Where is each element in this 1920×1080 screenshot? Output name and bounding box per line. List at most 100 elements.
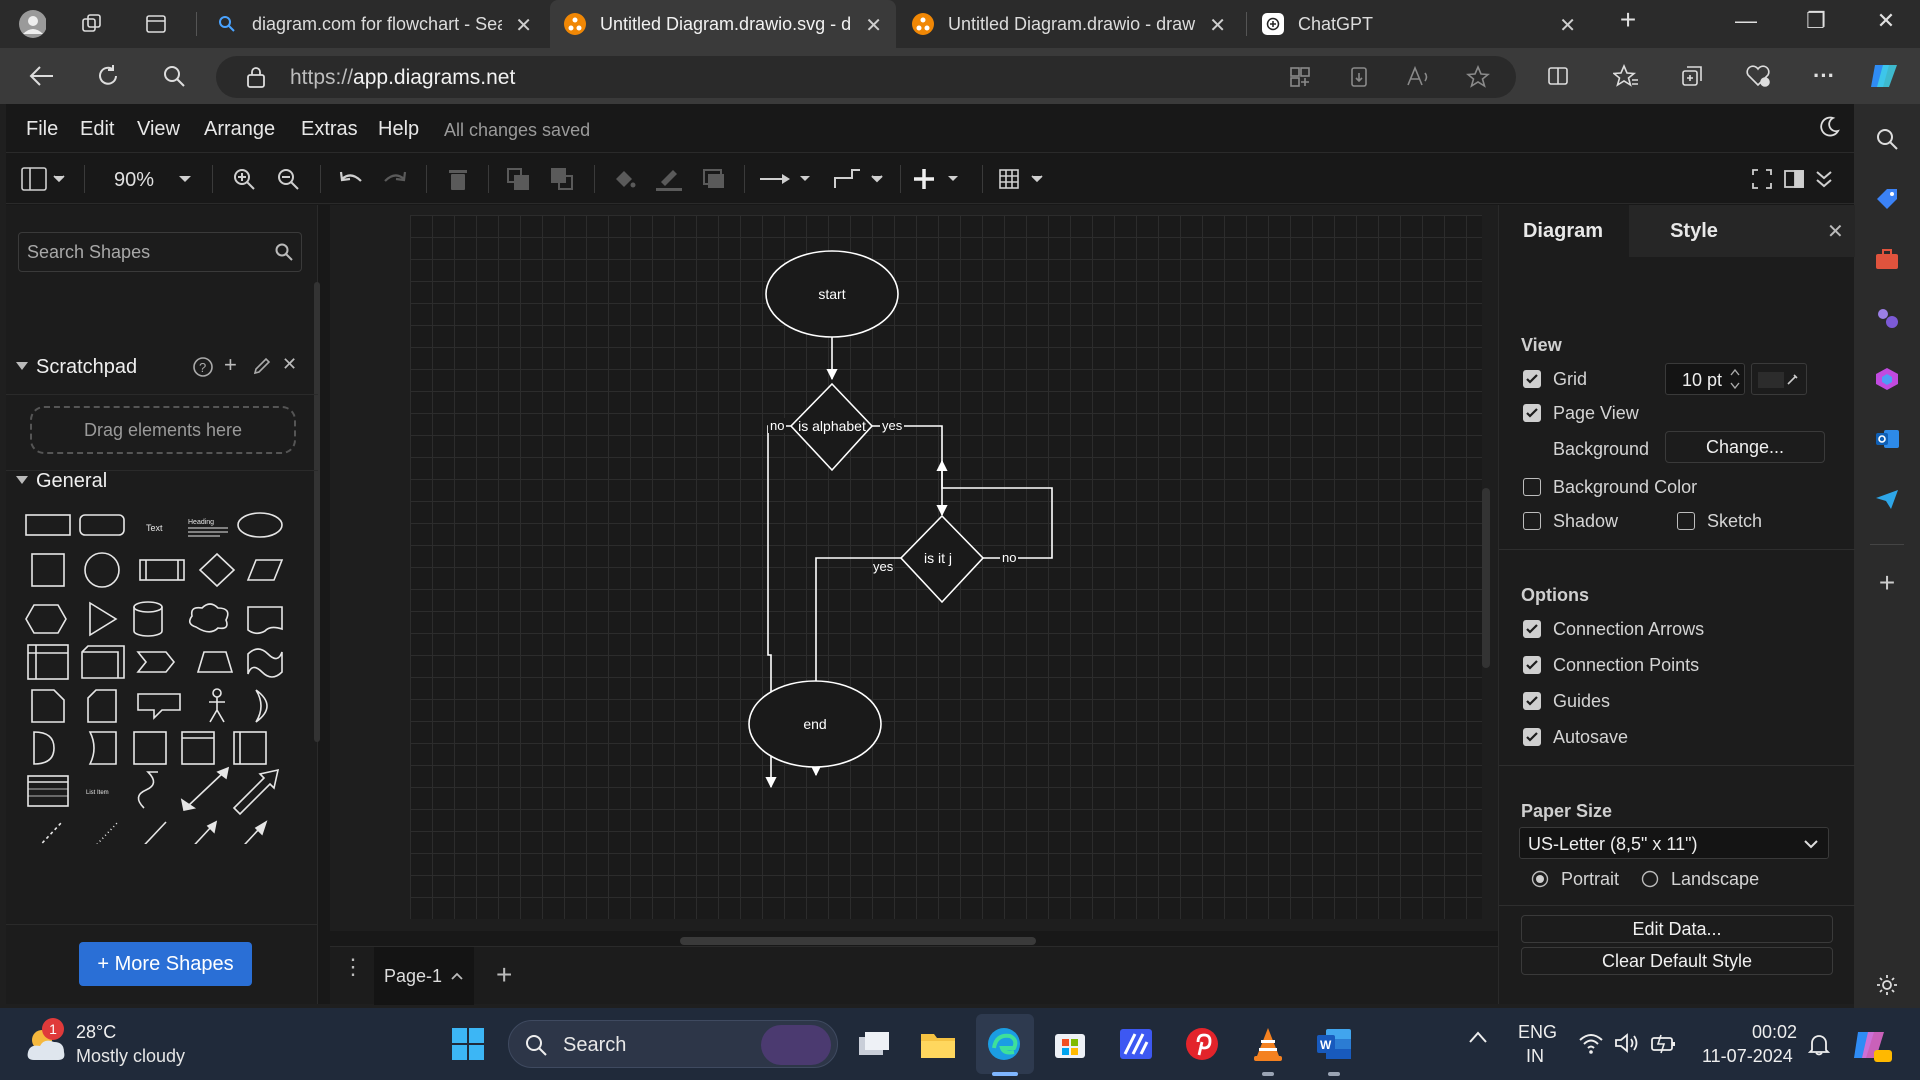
- eyedropper-icon[interactable]: [1786, 372, 1800, 386]
- toggle-format-panel-icon[interactable]: [1782, 165, 1806, 193]
- tab-style[interactable]: Style: [1629, 205, 1759, 257]
- word-icon[interactable]: W: [1316, 1026, 1352, 1062]
- guides-row[interactable]: Guides: [1523, 689, 1610, 713]
- weather-temperature[interactable]: 28°C: [76, 1022, 116, 1043]
- refresh-icon[interactable]: [92, 60, 124, 92]
- page-view-checkbox-row[interactable]: Page View: [1523, 401, 1639, 425]
- diagram-page[interactable]: start is alphabet is it j end no yes yes…: [410, 215, 1482, 919]
- waypoints-icon[interactable]: [832, 165, 886, 193]
- profile-avatar-icon[interactable]: [18, 10, 46, 38]
- portrait-radio[interactable]: [1531, 870, 1549, 888]
- shape-actor[interactable]: [209, 688, 225, 723]
- shape-internal-storage[interactable]: [27, 644, 69, 680]
- lock-icon[interactable]: [246, 66, 266, 93]
- format-panel-toggle-icon[interactable]: [20, 165, 72, 193]
- favorites-icon[interactable]: [1610, 60, 1642, 92]
- autosave-row[interactable]: Autosave: [1523, 725, 1628, 749]
- editor-app-icon[interactable]: [1118, 1026, 1154, 1062]
- edit-pencil-icon[interactable]: [252, 356, 272, 381]
- search-icon[interactable]: [1872, 124, 1902, 154]
- menu-help[interactable]: Help: [378, 118, 419, 141]
- pages-menu-icon[interactable]: ⋮: [342, 956, 364, 978]
- edge-alphabet-yes-to-isj[interactable]: [872, 425, 948, 517]
- insert-plus-icon[interactable]: [914, 165, 968, 193]
- tab-bing-search[interactable]: diagram.com for flowchart - Sea ✕: [206, 0, 546, 48]
- page-tab[interactable]: Page-1: [374, 947, 474, 1005]
- shape-heading[interactable]: Heading: [188, 519, 228, 537]
- delete-trash-icon[interactable]: [444, 165, 472, 193]
- notification-bell-icon[interactable]: [1807, 1032, 1831, 1061]
- shadow-checkbox[interactable]: [1523, 512, 1541, 530]
- help-icon[interactable]: ?: [192, 356, 214, 383]
- grid-checkbox-row[interactable]: Grid: [1523, 367, 1587, 391]
- shopping-tag-icon[interactable]: [1872, 184, 1902, 214]
- vlc-icon[interactable]: [1250, 1026, 1286, 1062]
- horizontal-scrollbar[interactable]: [680, 937, 1036, 945]
- tab-actions-icon[interactable]: [142, 10, 170, 38]
- settings-more-icon[interactable]: ···: [1808, 60, 1840, 92]
- more-shapes-button[interactable]: + More Shapes: [79, 942, 252, 986]
- task-view-icon[interactable]: [856, 1026, 892, 1062]
- shape-note[interactable]: [31, 689, 65, 723]
- scratchpad-title[interactable]: Scratchpad: [36, 356, 137, 379]
- shape-bidirectional-connector[interactable]: [182, 820, 218, 844]
- shape-bidirectional-arrow[interactable]: [180, 766, 230, 811]
- shadow-icon[interactable]: [700, 165, 728, 193]
- close-tab-icon[interactable]: ✕: [1209, 13, 1226, 38]
- shape-cylinder[interactable]: [133, 601, 163, 637]
- tab-drawio-svg[interactable]: Untitled Diagram.drawio.svg - d ✕: [550, 0, 896, 48]
- copilot-icon[interactable]: [1868, 60, 1900, 92]
- shape-parallelogram[interactable]: [246, 559, 284, 581]
- menu-extras[interactable]: Extras: [301, 118, 358, 141]
- scratchpad-collapse-icon[interactable]: [16, 362, 28, 370]
- shape-line[interactable]: [134, 821, 167, 844]
- search-shapes-input[interactable]: [27, 239, 257, 265]
- connection-arrows-checkbox[interactable]: [1523, 620, 1541, 638]
- fullscreen-icon[interactable]: [1750, 165, 1774, 193]
- close-tab-icon[interactable]: ✕: [1559, 13, 1576, 38]
- grid-size-input[interactable]: 10 pt: [1665, 363, 1745, 395]
- shape-rectangle[interactable]: [25, 514, 71, 536]
- clock-date[interactable]: 11-07-2024: [1702, 1046, 1793, 1067]
- weather-description[interactable]: Mostly cloudy: [76, 1046, 185, 1067]
- zoom-out-icon[interactable]: [274, 165, 302, 193]
- new-tab-icon[interactable]: +: [1608, 4, 1648, 36]
- clear-default-style-button[interactable]: Clear Default Style: [1521, 947, 1833, 975]
- shape-process[interactable]: [139, 559, 185, 581]
- shape-directional-connector[interactable]: [234, 820, 268, 844]
- edit-data-button[interactable]: Edit Data...: [1521, 915, 1833, 943]
- shape-circle[interactable]: [84, 552, 120, 588]
- restore-icon[interactable]: ❐: [1796, 8, 1836, 34]
- fill-color-icon[interactable]: [610, 165, 638, 193]
- general-title[interactable]: General: [36, 470, 107, 493]
- shape-dotted-line[interactable]: [86, 821, 119, 844]
- add-icon[interactable]: +: [224, 352, 237, 378]
- menu-edit[interactable]: Edit: [80, 118, 114, 141]
- install-app-icon[interactable]: [1348, 65, 1372, 94]
- close-icon[interactable]: ✕: [282, 354, 297, 375]
- shape-swimlane[interactable]: [181, 731, 215, 765]
- zoom-value[interactable]: 90%: [114, 169, 154, 192]
- scratchpad-dropzone[interactable]: Drag elements here: [30, 406, 296, 454]
- shape-dashed-line[interactable]: [30, 821, 63, 844]
- shape-list[interactable]: [27, 775, 69, 807]
- shape-curve[interactable]: [137, 771, 158, 809]
- back-icon[interactable]: [26, 60, 58, 92]
- outlook-icon[interactable]: [1872, 424, 1902, 454]
- connection-arrows-row[interactable]: Connection Arrows: [1523, 617, 1704, 641]
- language-secondary[interactable]: IN: [1526, 1046, 1544, 1067]
- search-shapes-box[interactable]: [18, 232, 302, 272]
- edge-browser-icon[interactable]: [986, 1026, 1022, 1062]
- split-screen-icon[interactable]: [1542, 60, 1574, 92]
- landscape-radio[interactable]: [1641, 870, 1659, 888]
- page-view-checkbox[interactable]: [1523, 404, 1541, 422]
- shape-diamond[interactable]: [198, 552, 236, 588]
- connection-points-checkbox[interactable]: [1523, 656, 1541, 674]
- vertical-scrollbar[interactable]: [1482, 488, 1490, 668]
- pinterest-icon[interactable]: [1184, 1026, 1220, 1062]
- search-icon[interactable]: [158, 60, 190, 92]
- close-window-icon[interactable]: ✕: [1866, 8, 1906, 34]
- shape-data-storage[interactable]: [88, 731, 117, 765]
- shape-step[interactable]: [136, 651, 176, 673]
- workspaces-icon[interactable]: [78, 10, 106, 38]
